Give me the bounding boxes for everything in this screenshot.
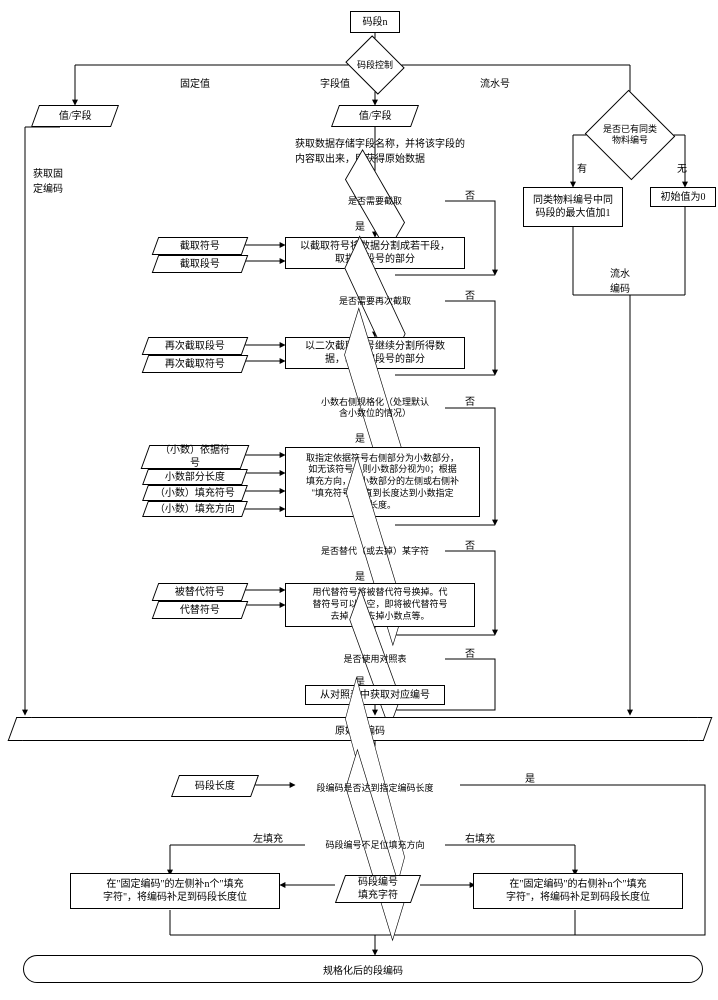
from-table: 从对照表中获取对应编号 [305, 685, 445, 705]
trunc-seg-io: 截取段号 [152, 255, 249, 273]
serial-code-label: 流水 编码 [610, 265, 630, 295]
fill-dir-diamond: 码段编号不足位填充方向 [305, 828, 445, 862]
yes3: 是 [355, 430, 365, 445]
trunc2-seg-io: 再次截取段号 [142, 337, 249, 355]
serial-diamond: 是否已有同类 物料编号 [598, 105, 662, 165]
seg-len-io: 码段长度 [171, 775, 259, 797]
table-diamond: 是否使用对照表 [323, 645, 427, 673]
replace-sym-io: 代替符号 [152, 601, 249, 619]
dec-action: 取指定依据符号右侧部分为小数部分， 如无该符号，则小数部分视为0；根据 填充方向… [285, 447, 480, 517]
dec-diamond: 小数右侧规格化（处理默认 含小数位的情况） [305, 387, 445, 429]
left-action: 在"固定编码"的左侧补n个"填充 字符"，将编码补足到码段长度位 [70, 873, 280, 909]
no4: 否 [465, 537, 475, 552]
branch-serial-label: 流水号 [480, 75, 510, 90]
final-terminal: 规格化后的段编码 [23, 955, 703, 983]
no2: 否 [465, 287, 475, 302]
same-action: 同类物料编号中同 码段的最大值加1 [523, 187, 623, 227]
none-label: 无 [677, 160, 687, 175]
fill-char-io: 码段编号 填充字符 [335, 875, 421, 903]
branch-field-label: 字段值 [320, 75, 350, 90]
fixed-value-io: 值/字段 [31, 105, 119, 127]
right-action: 在"固定编码"的右侧补n个"填充 字符"，将编码补足到码段长度位 [473, 873, 683, 909]
right-fill-label: 右填充 [465, 830, 495, 845]
dec-len-io: 小数部分长度 [142, 469, 248, 485]
trunc2-diamond: 是否需要再次截取 [325, 285, 425, 317]
yes1: 是 [355, 218, 365, 233]
trunc-sym-io: 截取符号 [152, 237, 249, 255]
start-box: 码段n [350, 11, 400, 33]
branch-fixed-label: 固定值 [180, 75, 210, 90]
field-value-io: 值/字段 [331, 105, 419, 127]
replace-action: 用代替符号将被替代符号换掉。代 替符号可以是空，即将被代替符号 去掉，如去掉小数… [285, 583, 475, 627]
no5: 否 [465, 645, 475, 660]
dec-basis-io: （小数）依据符 号 [141, 445, 250, 469]
has-label: 有 [577, 160, 587, 175]
init-action: 初始值为0 [650, 187, 716, 207]
trunc-diamond: 是否需要截取 [335, 185, 415, 217]
no3: 否 [465, 393, 475, 408]
dec-fill-sym-io: （小数）填充符号 [142, 485, 248, 501]
replaced-sym-io: 被替代符号 [152, 583, 249, 601]
left-fill-label: 左填充 [253, 830, 283, 845]
get-fixed-label: 获取固 定编码 [33, 165, 63, 195]
no1: 否 [465, 187, 475, 202]
trunc-action: 以截取符号将数据分割成若干段， 取指定段号的部分 [285, 237, 465, 269]
yes6: 是 [525, 770, 535, 785]
replace-diamond: 是否替代（或去掉）某字符 [305, 535, 445, 567]
len-diamond: 段编码是否达到指定编码长度 [295, 770, 455, 806]
trunc2-sym-io: 再次截取符号 [142, 355, 249, 373]
field-note: 获取数据存储字段名称，并将该字段的 内容取出来，即获得原始数据 [295, 135, 505, 165]
dec-fill-dir-io: （小数）填充方向 [142, 501, 248, 517]
control-diamond: 码段控制 [353, 47, 397, 83]
yes4: 是 [355, 568, 365, 583]
